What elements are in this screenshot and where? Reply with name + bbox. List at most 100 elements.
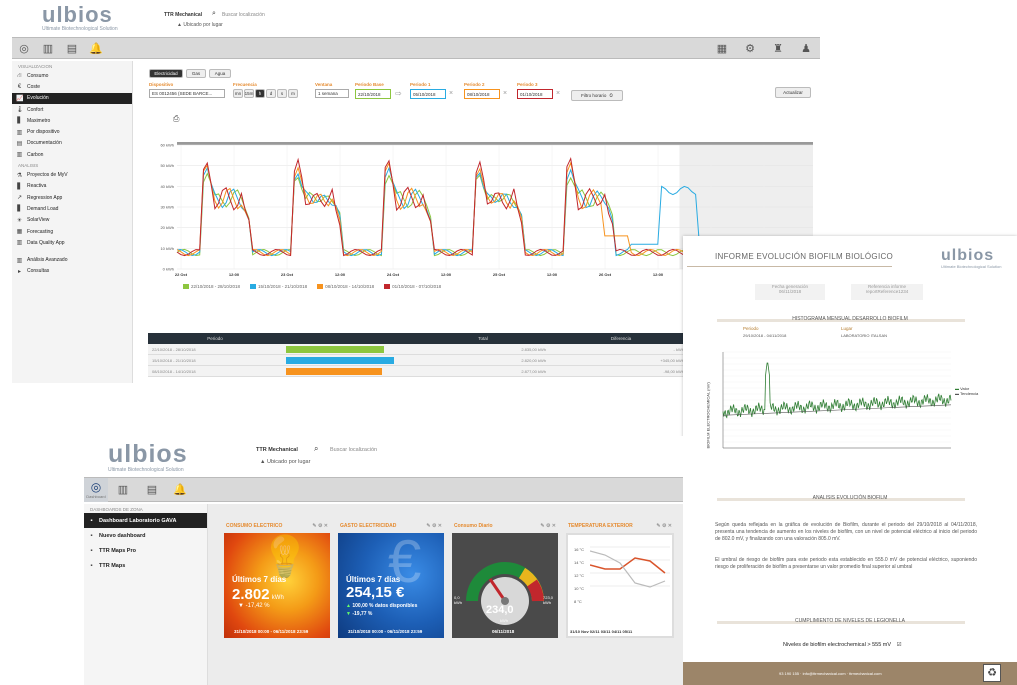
update-button[interactable]: Actualizar: [775, 87, 811, 98]
tile-1-date: 31/10/2018 00:00 - 06/11/2018 23:59: [234, 629, 309, 634]
tree-icon[interactable]: ♜: [764, 42, 792, 55]
freq-option-15m[interactable]: 15m: [244, 89, 254, 98]
sidebar-item-ttr-maps[interactable]: ▪ TTR Maps: [84, 558, 207, 573]
logo-text: ulbios: [42, 2, 113, 27]
sidebar-item-documentación[interactable]: ▤ Documentación: [12, 138, 132, 149]
tile-consumo-electrico[interactable]: CONSUMO ELECTRICO ✎ ⚙ ✕ 💡 Últimos 7 días …: [224, 519, 330, 638]
biofilm-chart: [722, 351, 952, 449]
sidebar: VISUALIZACION ⛙ Consumo € Coste 📈 Evolución 🌡 C…: [12, 61, 133, 383]
bar-icon: ▥: [16, 129, 23, 136]
energy-tabs: Electricidad Gas Agua: [149, 69, 231, 78]
checkbox-icon[interactable]: ☑: [897, 642, 902, 648]
sidebar-section-analisis: ANALISIS: [18, 163, 39, 169]
sidebar-item-forecasting[interactable]: ▦ Forecasting: [12, 226, 132, 237]
gear-icon[interactable]: ⚙: [736, 42, 764, 55]
tile-4-tools-icon[interactable]: ✎ ⚙ ✕: [656, 523, 672, 529]
consumption-2-icon[interactable]: ▥: [108, 483, 138, 496]
sidebar-item-demand-load[interactable]: ▋ Demand Load: [12, 203, 132, 214]
search-icon[interactable]: ⌕: [212, 10, 216, 18]
sidebar-item-análisis-avanzado[interactable]: ▥ Análisis Avanzado: [12, 254, 132, 265]
sidebar-item-ttr-maps-pro[interactable]: ▪ TTR Maps Pro: [84, 543, 207, 558]
print-icon[interactable]: ⎙: [173, 114, 179, 124]
freq-option-mn[interactable]: mn: [233, 89, 243, 98]
periodo2-input[interactable]: 08/10/2018: [464, 89, 500, 99]
sidebar-2: DASHBOARDS DE ZONA ▪ Dashboard Laboratori…: [84, 504, 208, 685]
location-link[interactable]: ▲ Ubicado por lugar: [177, 22, 223, 28]
tile-3-tools-icon[interactable]: ✎ ⚙ ✕: [540, 523, 556, 529]
periodo1-input[interactable]: 05/10/2018: [410, 89, 446, 99]
tile-temperatura-exterior[interactable]: TEMPERATURA EXTERIOR ✎ ⚙ ✕ 16 °C 14 °C 12 °…: [566, 519, 674, 638]
sidebar-item-proyectos-de-myv[interactable]: ⚗ Proyectos de MyV: [12, 169, 132, 180]
consumption-icon[interactable]: ▥: [36, 42, 60, 55]
temp-ytick: 10 °C: [574, 586, 585, 591]
freq-option-s[interactable]: s: [277, 89, 287, 98]
alarm-2-icon[interactable]: 🔔: [166, 483, 194, 496]
sidebar-item-label: Coste: [27, 83, 41, 90]
periodo-base-input[interactable]: 22/10/2018: [355, 89, 391, 99]
periodo2-label: Periodo 2: [464, 82, 485, 87]
sidebar-item-label: Forecasting: [27, 228, 54, 235]
sidebar-item-data-quality-app[interactable]: ▥ Data Quality App: [12, 237, 132, 248]
sidebar-item-nuevo-dashboard[interactable]: ▪ Nuevo dashboard: [84, 528, 207, 543]
header-2-app[interactable]: TTR Mechanical: [256, 447, 298, 453]
sidebar-item-maximetro[interactable]: ▋ Maximetro: [12, 115, 132, 126]
tile-2-tools-icon[interactable]: ✎ ⚙ ✕: [426, 523, 442, 529]
legend-item[interactable]: 15/10/2018 - 21/10/2018: [250, 284, 307, 290]
x-tick-label: 12:00: [653, 272, 664, 277]
header-periodo: Periodo: [207, 336, 223, 341]
search-2-input[interactable]: Buscar localización: [330, 447, 377, 453]
fecha-box: Fecha generación 06/11/2018: [755, 284, 825, 300]
sidebar-item-confort[interactable]: 🌡 Confort: [12, 104, 132, 115]
x-tick-label: 12:00: [547, 272, 558, 277]
network-icon: ⛙: [17, 72, 22, 79]
freq-option-d[interactable]: d: [266, 89, 276, 98]
periodo3-input[interactable]: 01/10/2018: [517, 89, 553, 99]
euro-icon: €: [17, 83, 22, 90]
sidebar-item-reactiva[interactable]: ▋ Reactiva: [12, 181, 132, 192]
sidebar-item-consumo[interactable]: ⛙ Consumo: [12, 70, 132, 81]
tab-agua[interactable]: Agua: [209, 69, 231, 78]
grid-icon[interactable]: ▦: [708, 42, 736, 55]
tab-gas[interactable]: Gas: [186, 69, 206, 78]
sidebar-item-consultas[interactable]: ▸ Consultas: [12, 266, 132, 277]
legend-item[interactable]: 08/10/2018 - 14/10/2018: [317, 284, 374, 290]
x-tick-label: 12:00: [441, 272, 452, 277]
sidebar-item-solarview[interactable]: ☀ SolarView: [12, 215, 132, 226]
location-2-link[interactable]: ▲ Ubicado por lugar: [260, 459, 310, 465]
tab-electricidad[interactable]: Electricidad: [149, 69, 183, 78]
freq-option-m[interactable]: m: [288, 89, 298, 98]
tile-1-tools-icon[interactable]: ✎ ⚙ ✕: [312, 523, 328, 529]
hist-title: HISTOGRAMA MENSUAL DESARROLLO BIOFILM: [792, 316, 908, 322]
sidebar-item-regression-app[interactable]: ↗ Regression App: [12, 192, 132, 203]
dashboard-icon[interactable]: ◎: [12, 42, 36, 55]
search-input[interactable]: Buscar localización: [222, 12, 265, 18]
logo-subtitle: Ultimate Biotechnological Solution: [42, 26, 118, 32]
dashboard-2-icon[interactable]: ◎ Dashboard: [84, 477, 108, 502]
tile-consumo-diario[interactable]: Consumo Diario ✎ ⚙ ✕ 0,0 kWh 723,0 kWh 23…: [452, 519, 558, 638]
legend-item[interactable]: 22/10/2018 - 28/10/2018: [183, 284, 240, 290]
sidebar-item-coste[interactable]: € Coste: [12, 81, 132, 92]
search-2-icon[interactable]: ⌕: [314, 444, 318, 454]
x-tick-label: 23 Oct: [281, 272, 294, 277]
report-2-icon[interactable]: ▤: [138, 483, 166, 496]
clear-p1-icon[interactable]: ×: [449, 90, 453, 97]
sidebar-item-evolución[interactable]: 📈 Evolución: [12, 92, 132, 104]
report-icon[interactable]: ▤: [60, 42, 84, 55]
header-app[interactable]: TTR Mechanical: [164, 12, 202, 18]
sidebar-item-por-dispositivo[interactable]: ▥ Por dispositivo: [12, 126, 132, 137]
clear-p2-icon[interactable]: ×: [503, 90, 507, 97]
alarm-icon[interactable]: 🔔: [84, 42, 108, 55]
freq-option-h[interactable]: h: [255, 89, 265, 98]
gauge-min: 0,0 kWh: [454, 595, 462, 605]
dispositivo-select[interactable]: ES 0012456 (SEDE BARCE...: [149, 89, 225, 98]
tile-gasto-electricidad[interactable]: GASTO ELECTRICIDAD ✎ ⚙ ✕ € Últimos 7 días…: [338, 519, 444, 638]
ventana-select[interactable]: 1 semana: [315, 89, 349, 98]
clear-p3-icon[interactable]: ×: [556, 90, 560, 97]
temp-ytick: 14 °C: [574, 560, 585, 565]
sidebar-item-dashboard-laboratorio-gava[interactable]: ▪ Dashboard Laboratorio GAVA: [84, 513, 207, 528]
filter-button[interactable]: Filtro horario ⏲: [571, 90, 623, 101]
sidebar-item-carbon[interactable]: ▥ Carbon: [12, 149, 132, 160]
user-icon[interactable]: ♟: [792, 42, 820, 55]
legend-item[interactable]: 01/10/2018 - 07/10/2018: [384, 284, 441, 290]
bar-icon: ▥: [16, 152, 23, 159]
